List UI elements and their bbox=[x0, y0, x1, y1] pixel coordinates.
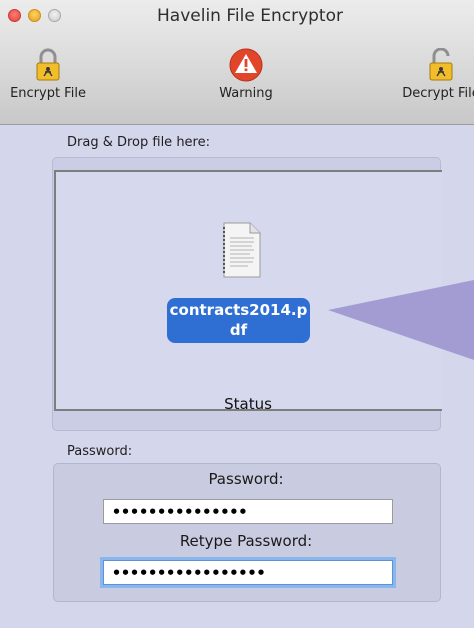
file-name-line-2: df bbox=[229, 321, 248, 339]
status-text: Status bbox=[224, 395, 272, 413]
close-window-button[interactable] bbox=[8, 9, 21, 22]
selected-file-name[interactable]: contracts2014.p df bbox=[167, 298, 310, 343]
password-field[interactable] bbox=[103, 499, 393, 524]
password-field-label: Password: bbox=[208, 470, 284, 488]
encrypt-file-button[interactable]: Encrypt File bbox=[0, 48, 96, 101]
decrypt-file-button[interactable]: Decrypt File bbox=[386, 48, 474, 101]
callout-pointer bbox=[328, 280, 474, 360]
unlock-icon bbox=[429, 48, 453, 81]
zoom-window-button[interactable] bbox=[48, 9, 61, 22]
title-toolbar: Havelin File Encryptor Encrypt File Warn… bbox=[0, 0, 474, 125]
decrypt-file-label: Decrypt File bbox=[402, 86, 474, 101]
password-section-label: Password: bbox=[67, 444, 133, 459]
retype-password-label: Retype Password: bbox=[179, 532, 313, 550]
encrypt-file-label: Encrypt File bbox=[10, 86, 86, 101]
retype-password-field[interactable] bbox=[103, 560, 393, 585]
document-icon bbox=[223, 222, 261, 278]
file-name-line-1: contracts2014.p bbox=[169, 301, 308, 319]
drop-label: Drag & Drop file here: bbox=[67, 135, 210, 150]
window-title: Havelin File Encryptor bbox=[157, 6, 343, 26]
warning-button[interactable]: Warning bbox=[204, 48, 288, 101]
app-window: Havelin File Encryptor Encrypt File Warn… bbox=[0, 0, 474, 628]
lock-icon bbox=[36, 48, 60, 81]
minimize-window-button[interactable] bbox=[28, 9, 41, 22]
warning-icon bbox=[229, 48, 263, 82]
warning-label: Warning bbox=[219, 86, 273, 101]
